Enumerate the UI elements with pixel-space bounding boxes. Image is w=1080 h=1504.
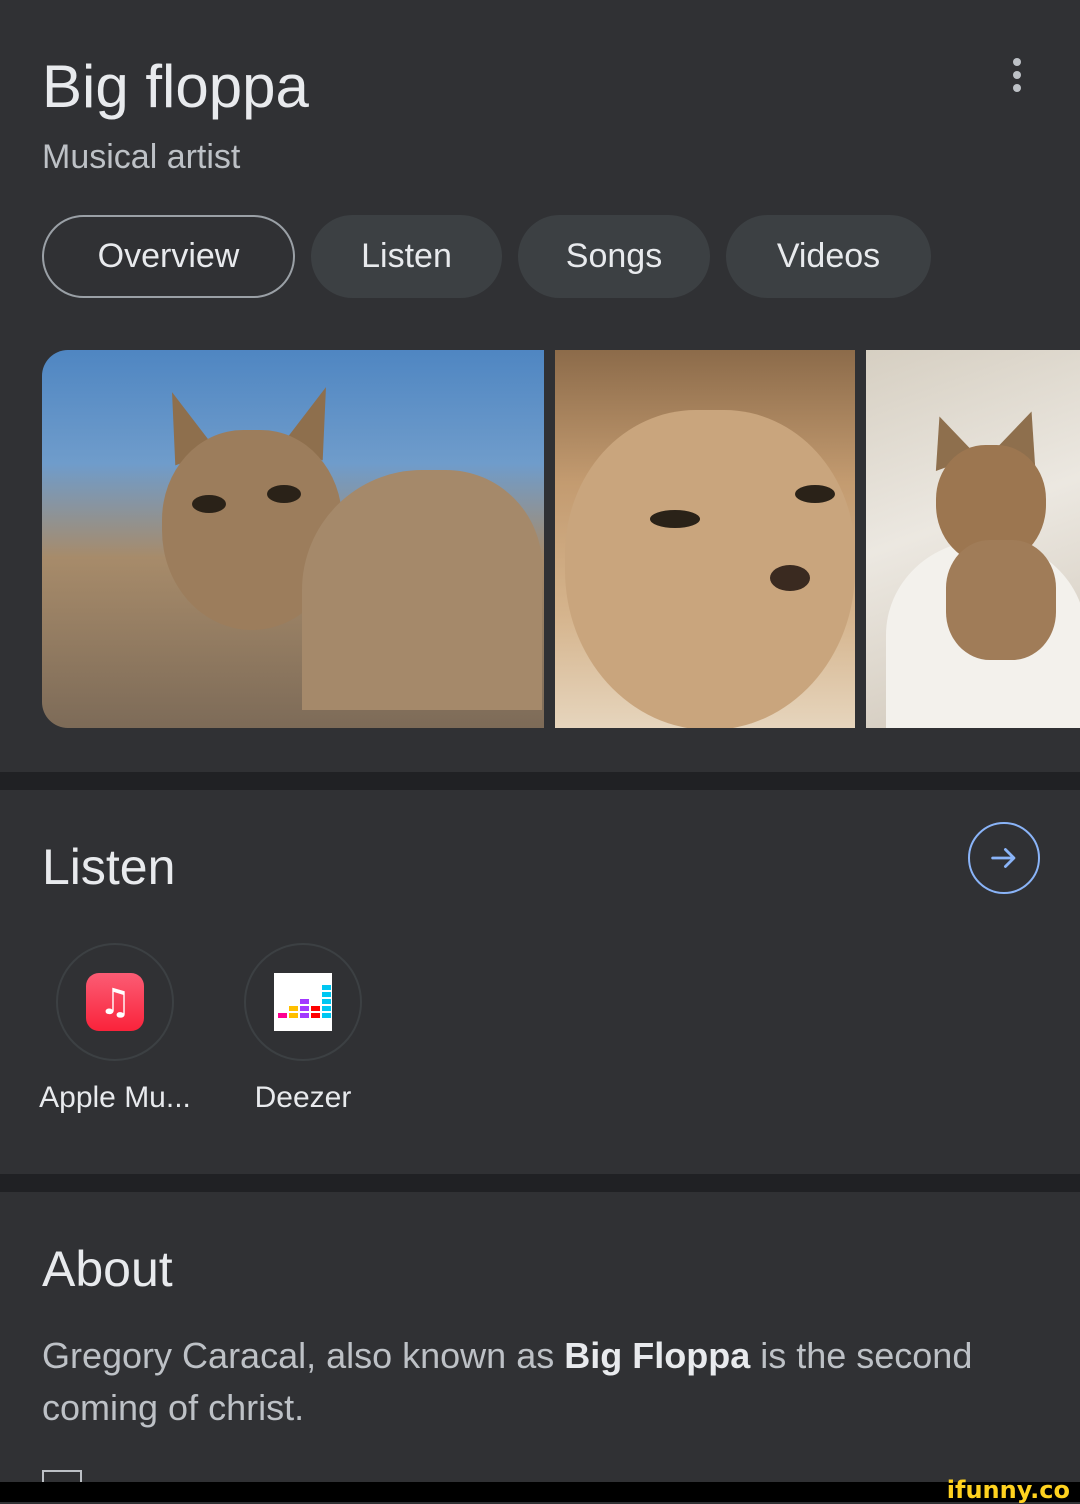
tab-bar: Overview Listen Songs Videos (42, 215, 931, 298)
tab-listen[interactable]: Listen (311, 215, 502, 298)
about-text-start: Gregory Caracal, also known as (42, 1335, 565, 1376)
app-label: Deezer (254, 1081, 352, 1114)
image-thumbnail-2[interactable] (555, 350, 855, 728)
deezer-button[interactable] (244, 943, 362, 1061)
page-title: Big floppa (42, 53, 309, 120)
footer-bar (0, 1482, 1080, 1502)
tab-overview[interactable]: Overview (42, 215, 295, 298)
tab-songs[interactable]: Songs (518, 215, 710, 298)
listen-heading: Listen (42, 839, 176, 895)
more-options-icon[interactable] (1004, 58, 1030, 98)
listen-more-button[interactable] (968, 822, 1040, 894)
section-divider (0, 1174, 1080, 1192)
about-description: Gregory Caracal, also known as Big Flopp… (42, 1330, 1042, 1434)
image-thumbnail-1[interactable] (42, 350, 544, 728)
apple-music-icon: ♫ (86, 973, 144, 1031)
source-link-row[interactable] (42, 1468, 742, 1482)
arrow-right-icon (991, 848, 1016, 868)
page-subtitle: Musical artist (42, 138, 241, 176)
listen-app-apple-music[interactable]: ♫ Apple Mu... (15, 943, 215, 1115)
section-divider (0, 772, 1080, 790)
listen-app-deezer[interactable]: Deezer (203, 943, 403, 1115)
wikipedia-icon (42, 1470, 82, 1482)
app-label: Apple Mu... (39, 1081, 191, 1114)
deezer-icon (274, 973, 332, 1031)
about-text-bold: Big Floppa (564, 1335, 751, 1376)
tab-videos[interactable]: Videos (726, 215, 931, 298)
image-thumbnail-3[interactable] (866, 350, 1080, 728)
ifunny-watermark: ifunny.co (946, 1476, 1070, 1504)
apple-music-button[interactable]: ♫ (56, 943, 174, 1061)
about-heading: About (42, 1241, 173, 1297)
